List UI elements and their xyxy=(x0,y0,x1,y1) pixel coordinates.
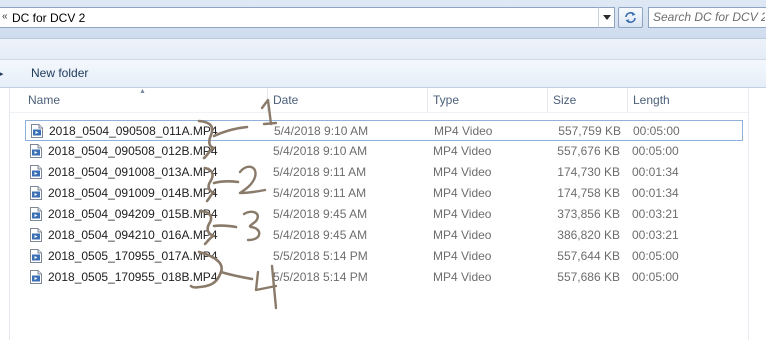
breadcrumb-current-folder[interactable]: DC for DCV 2 xyxy=(12,11,85,25)
video-file-icon xyxy=(30,165,42,179)
file-row[interactable]: 2018_0505_170955_017A.MP4 5/5/2018 5:14 P… xyxy=(25,246,743,267)
column-header-size-label: Size xyxy=(553,93,577,107)
file-type: MP4 Video xyxy=(433,207,492,221)
file-date: 5/4/2018 9:11 AM xyxy=(273,186,367,200)
breadcrumb-overflow[interactable]: « xyxy=(2,11,8,22)
command-toolbar: ▸ New folder xyxy=(0,60,766,88)
file-size: 557,644 KB xyxy=(557,249,620,263)
video-file-icon xyxy=(30,270,42,284)
file-row[interactable]: 2018_0504_091009_014B.MP4 5/4/2018 9:11 A… xyxy=(25,183,743,204)
file-date: 5/4/2018 9:11 AM xyxy=(273,165,367,179)
file-type: MP4 Video xyxy=(433,165,492,179)
file-length: 00:03:21 xyxy=(632,207,679,221)
address-history-button[interactable] xyxy=(598,7,615,28)
file-size: 557,676 KB xyxy=(557,144,620,158)
refresh-icon xyxy=(625,12,636,23)
video-file-icon xyxy=(30,249,42,263)
file-type: MP4 Video xyxy=(434,124,493,138)
file-row[interactable]: 2018_0504_094210_016A.MP4 5/4/2018 9:45 A… xyxy=(25,225,743,246)
file-name: 2018_0504_091009_014B.MP4 xyxy=(48,186,218,200)
file-type: MP4 Video xyxy=(433,228,492,242)
file-type: MP4 Video xyxy=(433,186,492,200)
address-bar[interactable]: « DC for DCV 2 xyxy=(0,7,613,28)
search-input[interactable] xyxy=(649,8,766,25)
file-row[interactable]: 2018_0504_094209_015B.MP4 5/4/2018 9:45 A… xyxy=(25,204,743,225)
file-date: 5/4/2018 9:10 AM xyxy=(273,144,368,158)
file-size: 373,856 KB xyxy=(557,207,620,221)
column-header-date-label: Date xyxy=(273,93,299,107)
file-length: 00:03:21 xyxy=(632,228,679,242)
column-header-size[interactable]: Size xyxy=(548,88,628,112)
vertical-scrollbar[interactable] xyxy=(748,88,766,340)
file-date: 5/4/2018 9:45 AM xyxy=(273,228,368,242)
toolbar-menu-chevron-icon[interactable]: ▸ xyxy=(0,67,4,80)
search-box[interactable] xyxy=(648,7,766,28)
column-header-type-label: Type xyxy=(433,93,460,107)
new-folder-button[interactable]: New folder xyxy=(31,66,88,80)
navigation-pane-edge xyxy=(0,88,10,340)
file-length: 00:05:00 xyxy=(632,249,679,263)
file-type: MP4 Video xyxy=(433,270,492,284)
file-date: 5/5/2018 5:14 PM xyxy=(273,270,368,284)
video-file-icon xyxy=(31,124,43,138)
file-size: 174,730 KB xyxy=(557,165,620,179)
file-name: 2018_0504_094210_016A.MP4 xyxy=(48,228,218,242)
column-header-length[interactable]: Length xyxy=(628,88,748,112)
header-divider xyxy=(10,112,748,113)
file-length: 00:01:34 xyxy=(632,165,679,179)
file-length: 00:01:34 xyxy=(632,186,679,200)
column-header-date[interactable]: Date xyxy=(268,88,428,112)
menu-strip xyxy=(0,39,766,60)
file-name: 2018_0504_094209_015B.MP4 xyxy=(48,207,218,221)
file-name: 2018_0505_170955_018B.MP4 xyxy=(48,270,218,284)
video-file-icon xyxy=(30,144,42,158)
file-type: MP4 Video xyxy=(433,144,492,158)
file-row[interactable]: 2018_0504_090508_012B.MP4 5/4/2018 9:10 A… xyxy=(25,141,743,162)
file-length: 00:05:00 xyxy=(632,144,679,158)
column-header-name-label: Name xyxy=(28,93,61,107)
file-name: 2018_0504_090508_011A.MP4 xyxy=(49,124,218,138)
file-size: 557,759 KB xyxy=(558,124,621,138)
address-bar-strip: « DC for DCV 2 xyxy=(0,0,766,39)
file-length: 00:05:00 xyxy=(633,124,680,138)
file-date: 5/4/2018 9:45 AM xyxy=(273,207,368,221)
column-header-length-label: Length xyxy=(633,93,670,107)
file-row[interactable]: 2018_0504_091008_013A.MP4 5/4/2018 9:11 A… xyxy=(25,162,743,183)
file-size: 174,758 KB xyxy=(557,186,620,200)
file-date: 5/4/2018 9:10 AM xyxy=(274,124,369,138)
file-size: 386,820 KB xyxy=(557,228,620,242)
file-type: MP4 Video xyxy=(433,249,492,263)
file-name: 2018_0504_090508_012B.MP4 xyxy=(48,144,218,158)
refresh-button[interactable] xyxy=(618,7,643,28)
file-row[interactable]: 2018_0504_090508_011A.MP4 5/4/2018 9:10 A… xyxy=(25,120,743,141)
video-file-icon xyxy=(30,228,42,242)
video-file-icon xyxy=(30,207,42,221)
file-length: 00:05:00 xyxy=(632,270,679,284)
video-file-icon xyxy=(30,186,42,200)
file-row[interactable]: 2018_0505_170955_018B.MP4 5/5/2018 5:14 P… xyxy=(25,267,743,288)
sort-ascending-icon: ▲ xyxy=(139,88,146,95)
file-size: 557,686 KB xyxy=(557,270,620,284)
file-date: 5/5/2018 5:14 PM xyxy=(273,249,368,263)
file-name: 2018_0505_170955_017A.MP4 xyxy=(48,249,218,263)
chevron-down-icon xyxy=(602,15,611,20)
file-name: 2018_0504_091008_013A.MP4 xyxy=(48,165,218,179)
column-header-type[interactable]: Type xyxy=(428,88,548,112)
